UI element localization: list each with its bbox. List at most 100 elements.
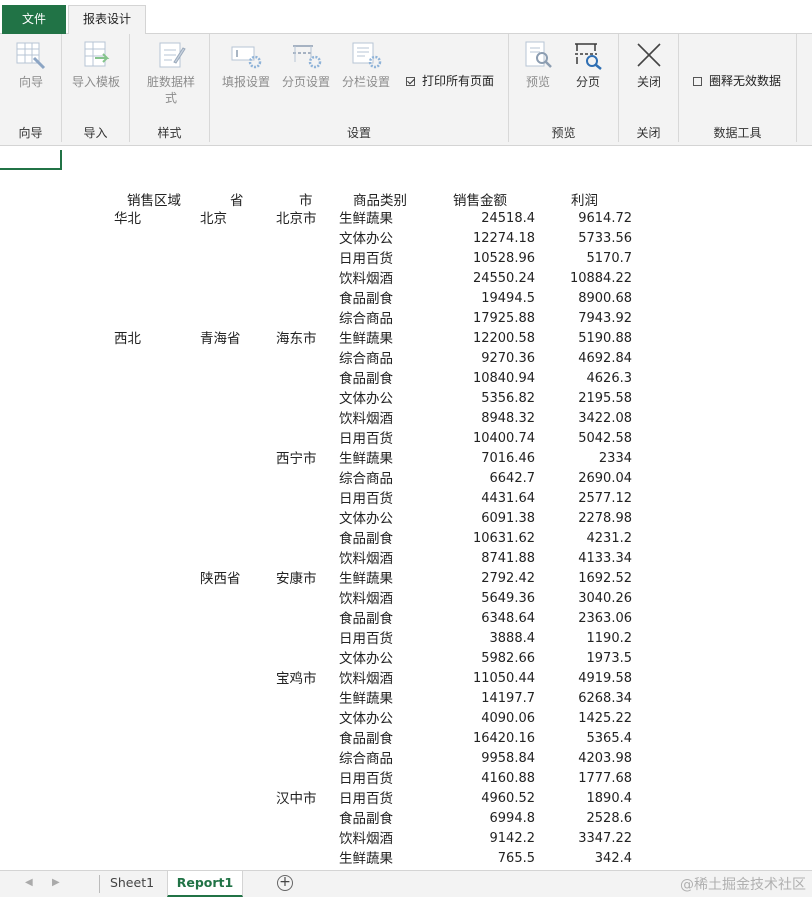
cell-profit[interactable]: 5733.56 xyxy=(578,229,632,249)
cell-profit[interactable]: 5365.4 xyxy=(587,729,633,749)
cell-profit[interactable]: 5170.7 xyxy=(587,249,633,269)
cell-sales[interactable]: 4960.52 xyxy=(481,789,535,809)
cell-profit[interactable]: 342.4 xyxy=(595,849,632,869)
active-cell-indicator[interactable] xyxy=(0,168,62,170)
cell-category[interactable]: 食品副食 xyxy=(339,809,393,829)
cell-sales[interactable]: 4090.06 xyxy=(481,709,535,729)
cell-category[interactable]: 文体办公 xyxy=(339,709,393,729)
cell-sales[interactable]: 6091.38 xyxy=(481,509,535,529)
cell-profit[interactable]: 10884.22 xyxy=(570,269,632,289)
cell-profit[interactable]: 6268.34 xyxy=(578,689,632,709)
cell-sales[interactable]: 12274.18 xyxy=(473,229,535,249)
scroll-right-icon[interactable]: ▶ xyxy=(52,877,60,888)
cell-category[interactable]: 文体办公 xyxy=(339,389,393,409)
cell-category[interactable]: 食品副食 xyxy=(339,289,393,309)
circle-invalid-data-checkbox[interactable]: 圈释无效数据 xyxy=(693,72,781,89)
cell-sales[interactable]: 8948.32 xyxy=(481,409,535,429)
cell-profit[interactable]: 4919.58 xyxy=(578,669,632,689)
cell-profit[interactable]: 1890.4 xyxy=(587,789,633,809)
paging-button[interactable]: 分页 xyxy=(565,38,611,90)
cell-sales[interactable]: 24550.24 xyxy=(473,269,535,289)
preview-button[interactable]: 预览 xyxy=(515,38,561,90)
cell-sales[interactable]: 24518.4 xyxy=(481,209,535,229)
cell-profit[interactable]: 5042.58 xyxy=(578,429,632,449)
cell-city[interactable]: 安康市 xyxy=(276,569,317,589)
import-template-button[interactable]: 导入模板 xyxy=(68,38,124,90)
cell-category[interactable]: 食品副食 xyxy=(339,529,393,549)
cell-profit[interactable]: 2363.06 xyxy=(578,609,632,629)
cell-profit[interactable]: 3040.26 xyxy=(578,589,632,609)
cell-category[interactable]: 食品副食 xyxy=(339,369,393,389)
cell-category[interactable]: 综合商品 xyxy=(339,349,393,369)
cell-city[interactable]: 汉中市 xyxy=(276,789,317,809)
cell-category[interactable]: 文体办公 xyxy=(339,229,393,249)
cell-sales[interactable]: 10528.96 xyxy=(473,249,535,269)
cell-profit[interactable]: 4203.98 xyxy=(578,749,632,769)
cell-province[interactable]: 青海省 xyxy=(200,329,241,349)
cell-category[interactable]: 食品副食 xyxy=(339,609,393,629)
cell-category[interactable]: 饮料烟酒 xyxy=(339,409,393,429)
cell-category[interactable]: 饮料烟酒 xyxy=(339,829,393,849)
cell-category[interactable]: 饮料烟酒 xyxy=(339,549,393,569)
cell-sales[interactable]: 10400.74 xyxy=(473,429,535,449)
fill-settings-button[interactable]: 填报设置 xyxy=(218,38,274,90)
cell-profit[interactable]: 2528.6 xyxy=(587,809,633,829)
cell-region[interactable]: 华北 xyxy=(114,209,141,229)
cell-sales[interactable]: 5649.36 xyxy=(481,589,535,609)
cell-category[interactable]: 综合商品 xyxy=(339,309,393,329)
cell-sales[interactable]: 765.5 xyxy=(498,849,535,869)
cell-region[interactable]: 西北 xyxy=(114,329,141,349)
wizard-button[interactable]: 向导 xyxy=(10,38,52,90)
cell-category[interactable]: 文体办公 xyxy=(339,649,393,669)
cell-profit[interactable]: 4626.3 xyxy=(587,369,633,389)
cell-profit[interactable]: 9614.72 xyxy=(578,209,632,229)
column-settings-button[interactable]: 分栏设置 xyxy=(338,38,394,90)
cell-category[interactable]: 食品副食 xyxy=(339,729,393,749)
cell-category[interactable]: 饮料烟酒 xyxy=(339,669,393,689)
cell-category[interactable]: 饮料烟酒 xyxy=(339,269,393,289)
cell-category[interactable]: 日用百货 xyxy=(339,769,393,789)
cell-category[interactable]: 日用百货 xyxy=(339,429,393,449)
cell-city[interactable]: 海东市 xyxy=(276,329,317,349)
cell-city[interactable]: 北京市 xyxy=(276,209,317,229)
cell-profit[interactable]: 1190.2 xyxy=(587,629,633,649)
sheet-tab-sheet1[interactable]: Sheet1 xyxy=(104,871,160,897)
dirty-data-style-button[interactable]: 脏数据样 式 xyxy=(144,38,198,106)
cell-sales[interactable]: 6994.8 xyxy=(490,809,536,829)
cell-category[interactable]: 饮料烟酒 xyxy=(339,589,393,609)
cell-sales[interactable]: 16420.16 xyxy=(473,729,535,749)
cell-sales[interactable]: 3888.4 xyxy=(490,629,536,649)
page-settings-button[interactable]: 分页设置 xyxy=(278,38,334,90)
cell-category[interactable]: 日用百货 xyxy=(339,489,393,509)
cell-profit[interactable]: 3347.22 xyxy=(578,829,632,849)
cell-sales[interactable]: 11050.44 xyxy=(473,669,535,689)
cell-profit[interactable]: 4231.2 xyxy=(587,529,633,549)
cell-category[interactable]: 综合商品 xyxy=(339,749,393,769)
cell-sales[interactable]: 7016.46 xyxy=(481,449,535,469)
cell-category[interactable]: 综合商品 xyxy=(339,469,393,489)
cell-sales[interactable]: 9958.84 xyxy=(481,749,535,769)
cell-profit[interactable]: 2690.04 xyxy=(578,469,632,489)
cell-sales[interactable]: 8741.88 xyxy=(481,549,535,569)
cell-profit[interactable]: 1973.5 xyxy=(587,649,633,669)
cell-profit[interactable]: 2278.98 xyxy=(578,509,632,529)
tab-file[interactable]: 文件 xyxy=(2,5,66,34)
cell-sales[interactable]: 5982.66 xyxy=(481,649,535,669)
cell-profit[interactable]: 7943.92 xyxy=(578,309,632,329)
cell-category[interactable]: 文体办公 xyxy=(339,509,393,529)
cell-province[interactable]: 陕西省 xyxy=(200,569,241,589)
cell-category[interactable]: 生鲜蔬果 xyxy=(339,209,393,229)
cell-profit[interactable]: 8900.68 xyxy=(578,289,632,309)
cell-category[interactable]: 生鲜蔬果 xyxy=(339,689,393,709)
cell-sales[interactable]: 5356.82 xyxy=(481,389,535,409)
cell-sales[interactable]: 14197.7 xyxy=(481,689,535,709)
add-sheet-icon[interactable]: + xyxy=(277,875,293,891)
cell-sales[interactable]: 19494.5 xyxy=(481,289,535,309)
cell-profit[interactable]: 3422.08 xyxy=(578,409,632,429)
cell-category[interactable]: 生鲜蔬果 xyxy=(339,329,393,349)
cell-sales[interactable]: 10631.62 xyxy=(473,529,535,549)
sheet-tab-report1[interactable]: Report1 xyxy=(167,871,243,897)
cell-profit[interactable]: 2577.12 xyxy=(578,489,632,509)
cell-sales[interactable]: 2792.42 xyxy=(481,569,535,589)
print-all-pages-checkbox[interactable]: 打印所有页面 xyxy=(406,72,494,89)
